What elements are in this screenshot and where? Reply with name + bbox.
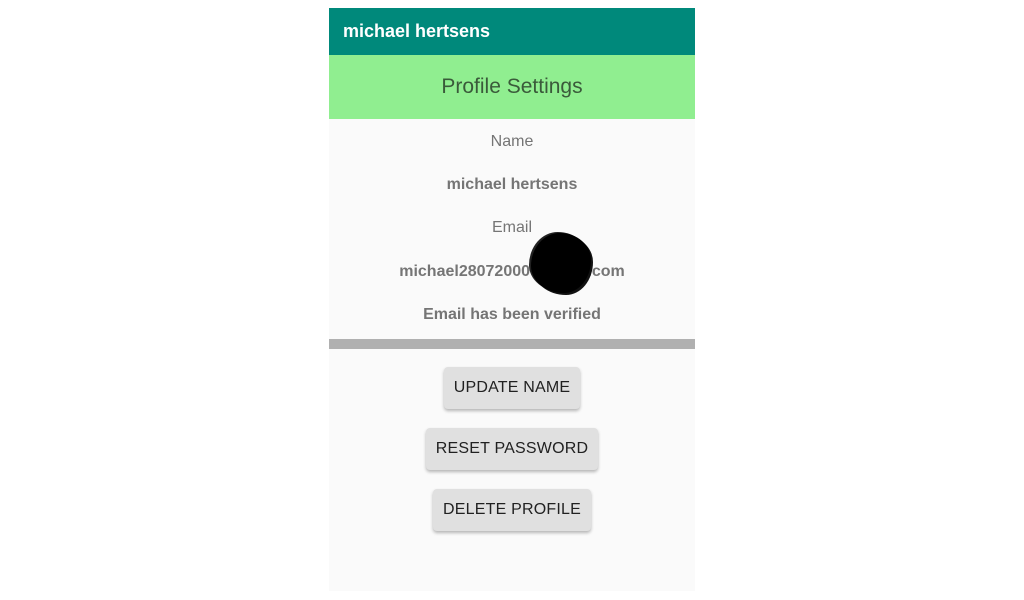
- reset-password-button[interactable]: RESET PASSWORD: [425, 427, 599, 470]
- app-bar: michael hertsens: [329, 8, 695, 55]
- profile-info: Name michael hertsens Email michael28072…: [329, 120, 695, 337]
- verification-status: Email has been verified: [423, 306, 601, 324]
- name-value: michael hertsens: [446, 176, 578, 194]
- email-label: Email: [491, 219, 532, 237]
- profile-settings-header: Profile Settings: [329, 55, 695, 119]
- redaction-scribble: [531, 232, 592, 293]
- email-label-row: Email: [329, 207, 695, 250]
- email-value-wrapper: michael28072000@gmail.com: [399, 232, 625, 293]
- name-label: Name: [490, 132, 534, 150]
- name-label-row: Name: [329, 120, 695, 163]
- app-bar-title: michael hertsens: [343, 21, 491, 41]
- delete-profile-button[interactable]: DELETE PROFILE: [433, 488, 591, 531]
- name-value-row: michael hertsens: [329, 163, 695, 206]
- page-title: Profile Settings: [441, 75, 583, 98]
- app-screen: michael hertsens Profile Settings Name m…: [329, 8, 695, 591]
- section-divider: [329, 338, 695, 349]
- verification-row: Email has been verified: [329, 294, 695, 337]
- email-value-row: michael28072000@gmail.com: [329, 232, 695, 293]
- update-name-button[interactable]: UPDATE NAME: [443, 366, 581, 409]
- action-buttons: UPDATE NAME RESET PASSWORD DELETE PROFIL…: [329, 349, 695, 550]
- email-value: michael28072000@gmail.com: [399, 262, 625, 280]
